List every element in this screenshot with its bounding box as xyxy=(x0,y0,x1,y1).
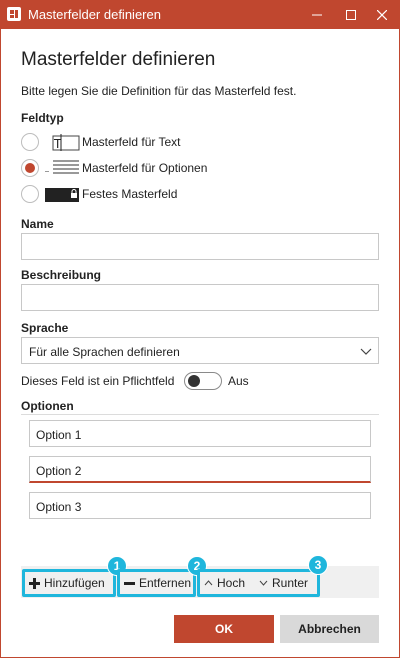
maximize-button[interactable] xyxy=(336,0,366,29)
remove-option-label: Entfernen xyxy=(139,576,192,590)
minus-icon xyxy=(124,581,135,585)
ok-button[interactable]: OK xyxy=(174,615,274,643)
option-item[interactable]: Option 3 xyxy=(29,492,371,519)
minimize-button[interactable] xyxy=(302,0,332,29)
radio-label: Masterfeld für Text xyxy=(82,135,181,149)
close-button[interactable] xyxy=(367,0,397,29)
radio-fixed-field[interactable]: Festes Masterfeld xyxy=(21,184,321,204)
window-title: Masterfelder definieren xyxy=(28,7,161,22)
radio-label: Masterfeld für Optionen xyxy=(82,161,208,175)
add-option-button[interactable]: Hinzufügen xyxy=(22,569,116,597)
radio-text-field[interactable]: T Masterfeld für Text xyxy=(21,132,321,152)
radio-label: Festes Masterfeld xyxy=(82,187,178,201)
beschreibung-input[interactable] xyxy=(21,284,379,311)
chevron-up-icon xyxy=(204,580,213,586)
radio-button[interactable] xyxy=(21,185,39,203)
feldtyp-label: Feldtyp xyxy=(21,111,64,125)
minimize-icon xyxy=(312,14,322,15)
optionen-label: Optionen xyxy=(21,399,74,413)
close-icon xyxy=(377,9,387,20)
sprache-label: Sprache xyxy=(21,321,69,335)
app-icon xyxy=(7,7,21,21)
move-buttons-group: Hoch Runter xyxy=(197,569,320,597)
chevron-down-icon xyxy=(259,580,268,586)
move-down-button[interactable]: Runter xyxy=(259,576,308,590)
add-option-label: Hinzufügen xyxy=(44,576,105,590)
toggle-knob xyxy=(188,375,200,387)
move-up-label: Hoch xyxy=(217,576,246,590)
option-item-active[interactable]: Option 2 xyxy=(29,456,371,483)
name-input[interactable] xyxy=(21,233,379,260)
pflichtfeld-state: Aus xyxy=(228,374,249,388)
option-item[interactable]: Option 1 xyxy=(29,420,371,447)
dialog-description: Bitte legen Sie die Definition für das M… xyxy=(21,84,297,98)
remove-option-button[interactable]: Entfernen xyxy=(117,569,196,597)
dialog-heading: Masterfelder definieren xyxy=(21,49,216,70)
pflichtfeld-label: Dieses Feld ist ein Pflichtfeld xyxy=(21,374,175,388)
option-text: Option 2 xyxy=(36,464,82,478)
badge-3: 3 xyxy=(308,555,328,575)
plus-icon xyxy=(29,577,40,589)
radio-button-checked[interactable] xyxy=(21,159,39,177)
radio-options-field[interactable]: Masterfeld für Optionen xyxy=(21,158,321,178)
sprache-select[interactable]: Für alle Sprachen definieren xyxy=(21,337,379,364)
beschreibung-label: Beschreibung xyxy=(21,268,102,282)
move-down-label: Runter xyxy=(272,576,309,590)
cancel-button[interactable]: Abbrechen xyxy=(280,615,379,643)
maximize-icon xyxy=(346,9,356,20)
window-titlebar: Masterfelder definieren xyxy=(0,0,400,29)
sprache-selected-value: Für alle Sprachen definieren xyxy=(29,345,180,359)
chevron-down-icon xyxy=(360,348,372,355)
option-text: Option 1 xyxy=(36,428,82,442)
option-text: Option 3 xyxy=(36,500,82,514)
pflichtfeld-toggle[interactable] xyxy=(184,372,222,390)
name-label: Name xyxy=(21,217,54,231)
radio-button[interactable] xyxy=(21,133,39,151)
move-up-button[interactable]: Hoch xyxy=(204,576,245,590)
